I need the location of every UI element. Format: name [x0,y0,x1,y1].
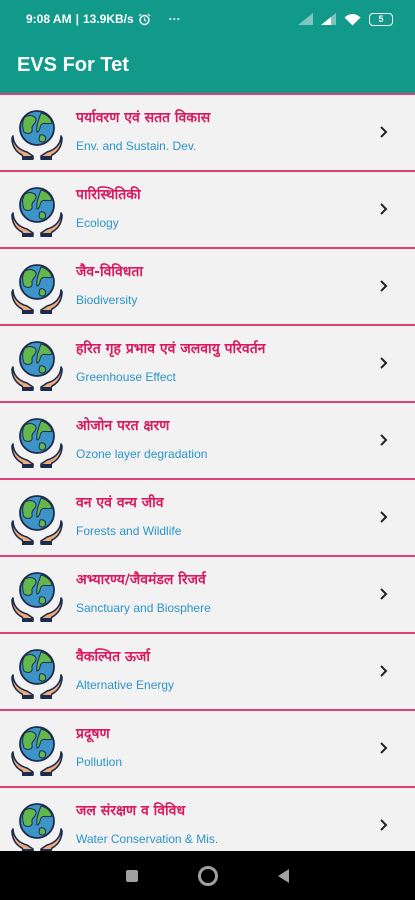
chevron-right-icon [380,434,388,446]
app-title: EVS For Tet [17,54,129,76]
battery-level: 5 [378,14,384,24]
topic-subtitle: Env. and Sustain. Dev. [76,139,197,153]
topic-row-5[interactable]: ओजोन परत क्षरण Ozone layer degradation [0,401,415,478]
topic-row-7[interactable]: अभ्यारण्य/जैवमंडल रिजर्व Sanctuary and B… [0,555,415,632]
topic-row-6[interactable]: वन एवं वन्य जीव Forests and Wildlife [0,478,415,555]
signal-icon-1 [298,13,313,25]
topic-subtitle: Pollution [76,755,123,769]
status-network-speed: 13.9KB/s [82,12,134,26]
topic-subtitle: Biodiversity [76,293,138,307]
topic-row-9[interactable]: प्रदूषण Pollution [0,709,415,786]
chevron-right-icon [380,819,388,831]
chevron-right-icon [380,126,388,138]
chevron-right-icon [380,588,388,600]
globe-in-hands-icon [11,187,63,237]
alarm-icon [138,13,151,25]
globe-in-hands-icon [11,264,63,314]
topic-subtitle: Ozone layer degradation [76,447,208,461]
topic-subtitle: Forests and Wildlife [76,524,182,538]
topic-row-1[interactable]: पर्यावरण एवं सतत विकास Env. and Sustain.… [0,93,415,170]
chevron-right-icon [380,511,388,523]
navigation-bar [0,851,415,900]
chevron-right-icon [380,357,388,369]
status-left: 9:08 AM | 13.9KB/s ··· [26,12,181,26]
topic-subtitle: Sanctuary and Biosphere [76,601,211,615]
app-bar: EVS For Tet [0,38,415,93]
topic-title: हरित गृह प्रभाव एवं जलवायु परिवर्तन [76,341,266,357]
topic-subtitle: Water Conservation & Mis. [76,832,219,846]
topic-subtitle: Alternative Energy [76,678,175,692]
home-button[interactable] [197,865,218,886]
globe-in-hands-icon [11,572,63,622]
topic-title: प्रदूषण [76,726,110,742]
globe-in-hands-icon [11,418,63,468]
topic-row-4[interactable]: हरित गृह प्रभाव एवं जलवायु परिवर्तन Gree… [0,324,415,401]
topic-row-8[interactable]: वैकल्पित ऊर्जा Alternative Energy [0,632,415,709]
recent-apps-button[interactable] [125,869,138,882]
status-bar: 9:08 AM | 13.9KB/s ··· 5 [0,0,415,38]
chevron-right-icon [380,665,388,677]
status-separator: | [75,12,79,26]
topic-row-3[interactable]: जैव-विविधता Biodiversity [0,247,415,324]
topic-row-2[interactable]: पारिस्थितिकी Ecology [0,170,415,247]
overflow-dots: ··· [168,12,181,26]
topic-title: जैव-विविधता [76,264,144,280]
globe-in-hands-icon [11,110,63,160]
topic-title: पर्यावरण एवं सतत विकास [76,110,211,126]
topic-title: पारिस्थितिकी [76,187,141,203]
globe-in-hands-icon [11,726,63,776]
chevron-right-icon [380,742,388,754]
globe-in-hands-icon [11,341,63,391]
topic-row-10[interactable]: जल संरक्षण व विविध Water Conservation & … [0,786,415,851]
topic-title: वैकल्पित ऊर्जा [76,649,150,665]
topic-title: अभ्यारण्य/जैवमंडल रिजर्व [76,572,206,588]
status-time: 9:08 AM [26,12,72,26]
globe-in-hands-icon [11,649,63,699]
globe-in-hands-icon [11,495,63,545]
chevron-right-icon [380,280,388,292]
topic-title: ओजोन परत क्षरण [76,418,170,434]
battery-icon: 5 [369,12,393,26]
wifi-icon [344,13,361,25]
globe-in-hands-icon [11,803,63,851]
topic-subtitle: Ecology [76,216,119,230]
topic-subtitle: Greenhouse Effect [76,370,176,384]
topic-list: पर्यावरण एवं सतत विकास Env. and Sustain.… [0,93,415,851]
topic-title: जल संरक्षण व विविध [76,803,186,819]
topic-title: वन एवं वन्य जीव [76,495,164,511]
back-button[interactable] [277,868,290,883]
chevron-right-icon [380,203,388,215]
status-right: 5 [298,12,393,26]
signal-icon-2 [321,13,336,25]
